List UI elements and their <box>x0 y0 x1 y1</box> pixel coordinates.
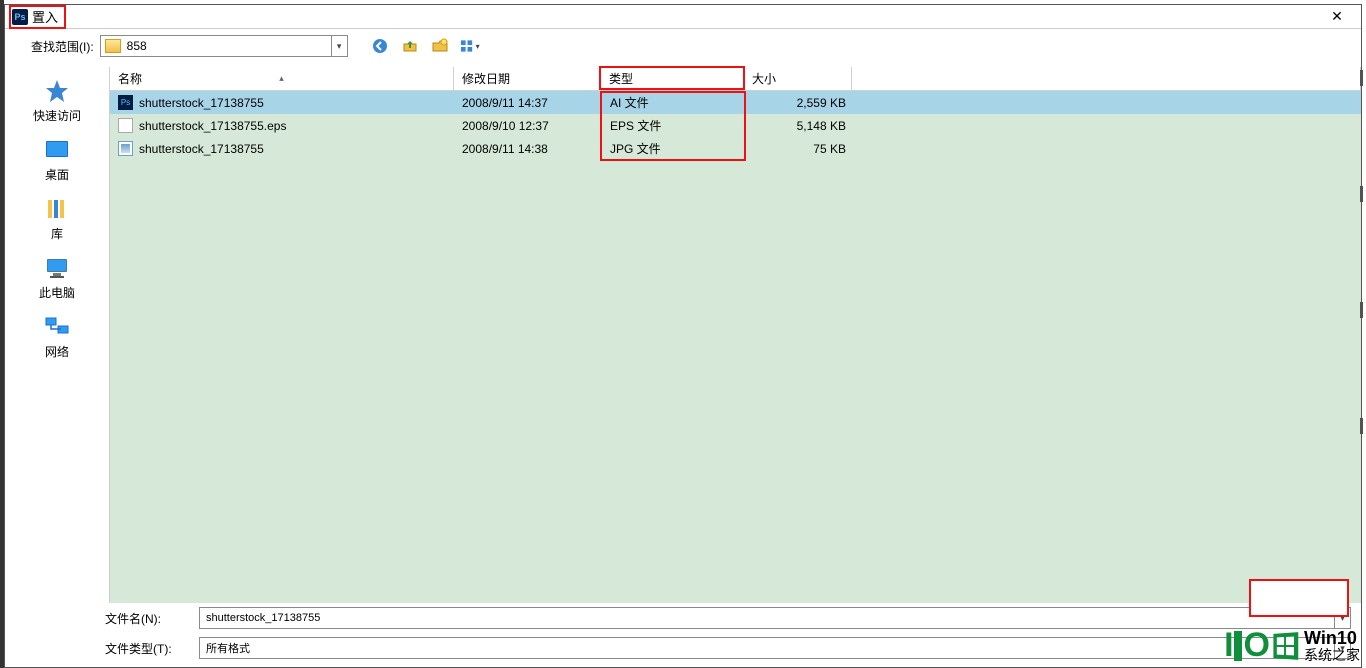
sidebar-item-quick-access[interactable]: 快速访问 <box>12 73 102 128</box>
quick-access-icon <box>41 77 73 105</box>
network-icon <box>41 313 73 341</box>
sidebar-item-network[interactable]: 网络 <box>12 309 102 364</box>
dialog-title: 置入 <box>32 7 58 26</box>
place-dialog: Ps 置入 ✕ 查找范围(I): 858 ▾ ▾ <box>4 4 1362 668</box>
titlebar: Ps 置入 ✕ <box>5 5 1361 29</box>
file-row[interactable]: shutterstock_17138755 2008/9/11 14:37AI 文… <box>110 91 1361 114</box>
close-button[interactable]: ✕ <box>1317 6 1357 28</box>
file-date: 2008/9/11 14:37 <box>454 96 600 110</box>
title-highlight-box: Ps 置入 <box>9 5 66 29</box>
bottom-panel: 文件名(N): shutterstock_17138755 ▾ 文件类型(T):… <box>5 603 1361 667</box>
sidebar-item-label: 网络 <box>45 343 69 360</box>
chevron-down-icon[interactable]: ▾ <box>1334 638 1350 658</box>
views-icon[interactable]: ▾ <box>460 36 480 56</box>
chevron-down-icon: ▾ <box>476 42 480 51</box>
header-rest <box>852 67 1361 90</box>
new-folder-icon[interactable] <box>430 36 450 56</box>
lookin-value: 858 <box>125 39 331 53</box>
filename-label: 文件名(N): <box>105 610 179 627</box>
folder-icon <box>105 39 121 53</box>
file-size: 75 KB <box>746 142 854 156</box>
filename-value: shutterstock_17138755 <box>200 612 1334 624</box>
file-size: 2,559 KB <box>746 96 854 110</box>
ps-app-icon: Ps <box>12 9 28 25</box>
header-date[interactable]: 修改日期 <box>454 67 600 90</box>
sidebar-item-desktop[interactable]: 桌面 <box>12 132 102 187</box>
file-list[interactable]: shutterstock_17138755 2008/9/11 14:37AI 文… <box>110 91 1361 603</box>
dialog-body: 快速访问 桌面 库 此电脑 <box>5 67 1361 603</box>
file-name: shutterstock_17138755 <box>139 142 264 156</box>
file-date: 2008/9/11 14:38 <box>454 142 600 156</box>
back-icon[interactable] <box>370 36 390 56</box>
filetype-value: 所有格式 <box>200 640 1334 656</box>
file-row[interactable]: shutterstock_17138755.eps 2008/9/10 12:37… <box>110 114 1361 137</box>
lookin-label: 查找范围(I): <box>31 38 94 55</box>
sidebar-item-label: 快速访问 <box>33 107 81 124</box>
file-type: JPG 文件 <box>600 140 746 157</box>
filetype-input[interactable]: 所有格式 ▾ <box>199 637 1351 659</box>
sidebar-item-libraries[interactable]: 库 <box>12 191 102 246</box>
file-date: 2008/9/10 12:37 <box>454 119 600 133</box>
file-name: shutterstock_17138755 <box>139 96 264 110</box>
chevron-down-icon[interactable]: ▾ <box>331 36 347 56</box>
file-pane: 名称 修改日期 类型 大小 shutterstock_17138755 2008/… <box>109 67 1361 603</box>
up-icon[interactable] <box>400 36 420 56</box>
sidebar-item-label: 库 <box>51 225 63 242</box>
file-type: AI 文件 <box>600 94 746 111</box>
filetype-label: 文件类型(T): <box>105 640 179 657</box>
scrollbar-marks <box>1360 70 1364 600</box>
column-headers: 名称 修改日期 类型 大小 <box>110 67 1361 91</box>
libraries-icon <box>41 195 73 223</box>
sidebar-item-label: 桌面 <box>45 166 69 183</box>
this-pc-icon <box>41 254 73 282</box>
header-type[interactable]: 类型 <box>599 66 745 90</box>
file-icon <box>118 95 133 110</box>
file-name: shutterstock_17138755.eps <box>139 119 286 133</box>
chevron-down-icon[interactable]: ▾ <box>1334 608 1350 628</box>
file-row[interactable]: shutterstock_17138755 2008/9/11 14:38JPG … <box>110 137 1361 160</box>
desktop-icon <box>41 136 73 164</box>
header-size[interactable]: 大小 <box>744 67 852 90</box>
filename-input[interactable]: shutterstock_17138755 ▾ <box>199 607 1351 629</box>
file-size: 5,148 KB <box>746 119 854 133</box>
places-sidebar: 快速访问 桌面 库 此电脑 <box>5 67 109 603</box>
sidebar-item-this-pc[interactable]: 此电脑 <box>12 250 102 305</box>
lookin-combo[interactable]: 858 ▾ <box>100 35 348 57</box>
file-icon <box>118 118 133 133</box>
close-icon: ✕ <box>1331 8 1343 25</box>
header-name[interactable]: 名称 <box>110 67 454 90</box>
file-type: EPS 文件 <box>600 117 746 134</box>
toolbar: 查找范围(I): 858 ▾ ▾ <box>5 29 1361 63</box>
file-icon <box>118 141 133 156</box>
sidebar-item-label: 此电脑 <box>39 284 75 301</box>
